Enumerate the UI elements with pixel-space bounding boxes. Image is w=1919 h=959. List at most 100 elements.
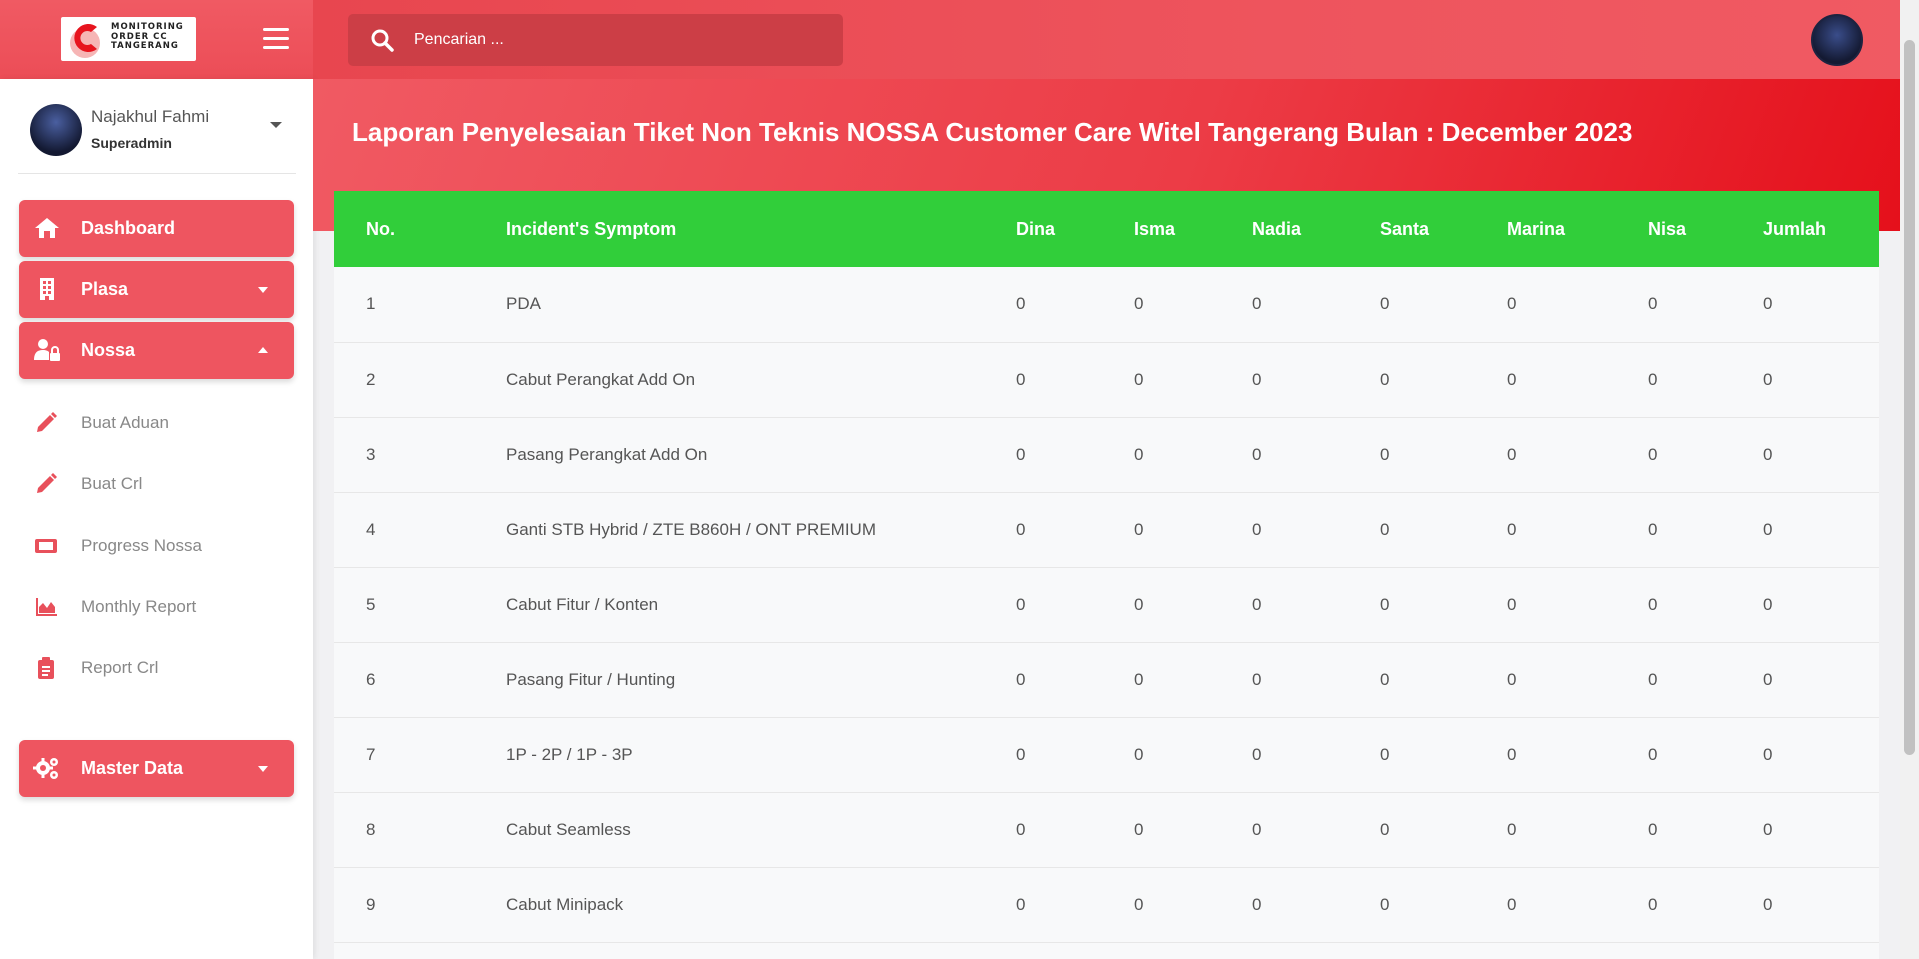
count-cell: 0 (984, 417, 1102, 493)
row-number: 9 (334, 867, 474, 943)
user-lock-icon (34, 339, 60, 361)
count-cell: 0 (1102, 717, 1220, 793)
count-cell: 0 (1220, 867, 1348, 943)
column-header[interactable]: Nadia (1220, 191, 1348, 267)
search-bar (348, 14, 843, 66)
page-scrollbar[interactable] (1900, 0, 1919, 959)
count-cell: 0 (1475, 567, 1616, 643)
incident-symptom: Pasang Fitur / Hunting (474, 642, 984, 718)
count-cell: 0 (1220, 792, 1348, 868)
sidebar-item-monthly-report[interactable]: Monthly Report (30, 587, 290, 627)
count-cell: 0 (1731, 417, 1879, 493)
count-cell: 0 (1731, 867, 1879, 943)
count-cell: 0 (1348, 642, 1475, 718)
logo-c-icon (70, 24, 100, 58)
count-cell: 0 (1102, 867, 1220, 943)
count-cell: 0 (1731, 642, 1879, 718)
table-row: 2 Cabut Perangkat Add On 0 0 0 0 0 0 0 (334, 342, 1879, 418)
count-cell: 0 (1731, 492, 1879, 568)
page-title: Laporan Penyelesaian Tiket Non Teknis NO… (352, 117, 1633, 147)
count-cell: 0 (1102, 267, 1220, 343)
column-header[interactable]: Jumlah (1731, 191, 1879, 267)
nav-nossa[interactable]: Nossa (19, 322, 294, 379)
nav-master-data-label: Master Data (81, 758, 184, 778)
sidebar-item-label: Monthly Report (81, 597, 197, 616)
search-icon[interactable] (370, 28, 394, 52)
column-header[interactable]: Incident's Symptom (474, 191, 984, 267)
count-cell: 0 (1731, 567, 1879, 643)
logo[interactable]: MONITORING ORDER CC TANGERANG (61, 17, 196, 61)
menu-toggle-button[interactable] (263, 28, 289, 50)
count-cell: 0 (1102, 792, 1220, 868)
count-cell: 0 (1220, 492, 1348, 568)
count-cell: 0 (1220, 717, 1348, 793)
row-number: 1 (334, 267, 474, 343)
row-number: 5 (334, 567, 474, 643)
nav-dashboard-label: Dashboard (81, 218, 176, 238)
nav-dashboard[interactable]: Dashboard (19, 200, 294, 257)
count-cell: 0 (1475, 492, 1616, 568)
count-cell: 0 (1348, 267, 1475, 343)
nav-master-data[interactable]: Master Data (19, 740, 294, 797)
count-cell: 0 (1475, 792, 1616, 868)
count-cell: 0 (1348, 492, 1475, 568)
row-number: 2 (334, 342, 474, 418)
count-cell: 0 (1220, 567, 1348, 643)
table-row: 5 Cabut Fitur / Konten 0 0 0 0 0 0 0 (334, 567, 1879, 643)
table-row: 3 Pasang Perangkat Add On 0 0 0 0 0 0 0 (334, 417, 1879, 493)
sidebar-item-label: Buat Aduan (81, 413, 169, 432)
count-cell: 0 (984, 342, 1102, 418)
count-cell: 0 (1616, 267, 1731, 343)
column-header[interactable]: Isma (1102, 191, 1220, 267)
pencil-icon (37, 473, 57, 493)
table-header-row: No. Incident's Symptom Dina Isma Nadia S… (334, 191, 1879, 267)
chevron-down-icon (258, 287, 268, 293)
scrollbar-thumb[interactable] (1904, 40, 1915, 755)
home-icon (35, 218, 59, 238)
count-cell: 0 (1616, 342, 1731, 418)
count-cell: 0 (1102, 642, 1220, 718)
count-cell: 0 (1102, 567, 1220, 643)
sidebar: Najakhul Fahmi Superadmin Dashboard Plas… (0, 79, 313, 959)
incident-symptom: Ganti STB Hybrid / ZTE B860H / ONT PREMI… (474, 492, 984, 568)
report-table-container: No. Incident's Symptom Dina Isma Nadia S… (334, 191, 1879, 959)
count-cell: 0 (1475, 642, 1616, 718)
count-cell: 0 (1731, 717, 1879, 793)
report-table: No. Incident's Symptom Dina Isma Nadia S… (334, 191, 1879, 943)
gears-icon (33, 758, 58, 779)
avatar (30, 104, 82, 156)
count-cell: 0 (1731, 342, 1879, 418)
column-header[interactable]: Dina (984, 191, 1102, 267)
table-row: 6 Pasang Fitur / Hunting 0 0 0 0 0 0 0 (334, 642, 1879, 718)
count-cell: 0 (1475, 267, 1616, 343)
sidebar-item-report-crl[interactable]: Report Crl (30, 648, 290, 688)
table-row: 4 Ganti STB Hybrid / ZTE B860H / ONT PREM… (334, 492, 1879, 568)
topbar-avatar[interactable] (1811, 14, 1863, 66)
column-header[interactable]: Marina (1475, 191, 1616, 267)
count-cell: 0 (1220, 642, 1348, 718)
count-cell: 0 (1616, 867, 1731, 943)
nav-plasa[interactable]: Plasa (19, 261, 294, 318)
count-cell: 0 (1475, 867, 1616, 943)
count-cell: 0 (1348, 417, 1475, 493)
row-number: 4 (334, 492, 474, 568)
table-row: 8 Cabut Seamless 0 0 0 0 0 0 0 (334, 792, 1879, 868)
sidebar-item-buat-aduan[interactable]: Buat Aduan (30, 403, 290, 443)
user-panel[interactable]: Najakhul Fahmi Superadmin (30, 104, 290, 158)
sidebar-item-progress-nossa[interactable]: Progress Nossa (30, 526, 290, 566)
table-row: 1 PDA 0 0 0 0 0 0 0 (334, 267, 1879, 343)
count-cell: 0 (1616, 717, 1731, 793)
sidebar-item-label: Report Crl (81, 658, 159, 677)
column-header[interactable]: Santa (1348, 191, 1475, 267)
chevron-down-icon[interactable] (270, 122, 282, 128)
column-header[interactable]: No. (334, 191, 474, 267)
search-input[interactable] (414, 31, 814, 49)
count-cell: 0 (1731, 267, 1879, 343)
count-cell: 0 (1102, 342, 1220, 418)
sidebar-item-label: Buat Crl (81, 474, 143, 493)
incident-symptom: PDA (474, 267, 984, 343)
sidebar-item-buat-crl[interactable]: Buat Crl (30, 464, 290, 504)
ticket-icon (35, 539, 57, 553)
incident-symptom: Cabut Seamless (474, 792, 984, 868)
column-header[interactable]: Nisa (1616, 191, 1731, 267)
